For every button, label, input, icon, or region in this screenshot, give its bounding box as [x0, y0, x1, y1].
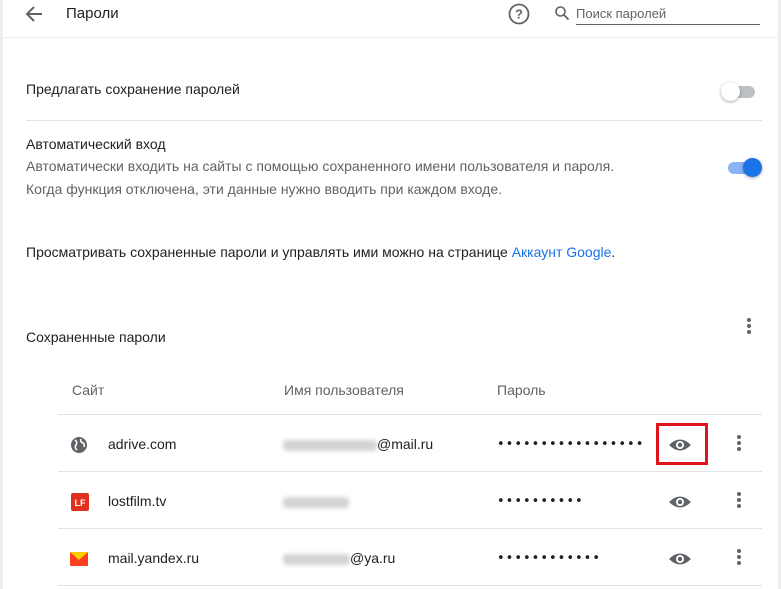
back-arrow-icon[interactable]	[22, 3, 46, 25]
section-divider	[26, 120, 762, 121]
column-header-username: Имя пользователя	[284, 382, 404, 398]
yandex-mail-favicon	[70, 552, 88, 566]
page-left-border	[0, 0, 3, 589]
show-password-eye-icon[interactable]	[668, 550, 692, 568]
site-name: adrive.com	[108, 436, 177, 452]
row-divider	[58, 528, 762, 529]
toggle-knob	[721, 82, 740, 101]
manage-period: .	[611, 244, 616, 260]
globe-icon	[71, 437, 87, 453]
row-divider	[58, 585, 762, 586]
password-masked: ••••••••••••	[497, 551, 602, 566]
highlight-box	[656, 423, 708, 465]
column-header-site: Сайт	[72, 382, 105, 398]
show-password-eye-icon[interactable]	[668, 493, 692, 511]
offer-save-toggle[interactable]	[721, 81, 757, 101]
saved-passwords-more-icon[interactable]	[744, 317, 754, 337]
table-header-divider	[58, 414, 762, 415]
svg-text:LF: LF	[75, 498, 86, 508]
row-more-icon[interactable]	[734, 548, 744, 568]
auto-signin-title: Автоматический вход	[26, 136, 166, 152]
column-header-password: Пароль	[497, 382, 546, 398]
search-icon	[555, 6, 570, 21]
username-suffix: @mail.ru	[377, 436, 434, 452]
row-more-icon[interactable]	[734, 491, 744, 511]
help-icon[interactable]: ?	[506, 1, 532, 27]
lostfilm-favicon: LF	[71, 493, 89, 511]
auto-signin-description-line1: Автоматически входить на сайты с помощью…	[26, 158, 615, 174]
manage-passwords-text: Просматривать сохраненные пароли и управ…	[26, 244, 615, 260]
site-name: lostfilm.tv	[108, 493, 167, 509]
auto-signin-description-line2: Когда функция отключена, эти данные нужн…	[26, 181, 502, 197]
site-name: mail.yandex.ru	[108, 550, 200, 566]
svg-text:?: ?	[515, 7, 523, 22]
password-masked: •••••••••••••••••	[497, 437, 645, 452]
row-more-icon[interactable]	[734, 434, 744, 454]
blurred-username	[283, 440, 377, 451]
toggle-knob	[743, 158, 762, 177]
google-account-link[interactable]: Аккаунт Google	[512, 244, 612, 260]
saved-passwords-heading: Сохраненные пароли	[26, 329, 166, 345]
username-suffix: @ya.ru	[350, 550, 396, 566]
search-input[interactable]	[576, 2, 760, 25]
manage-passwords-sentence: Просматривать сохраненные пароли и управ…	[26, 244, 508, 260]
auto-signin-toggle[interactable]	[726, 157, 762, 177]
header-divider	[3, 37, 778, 38]
blurred-username	[283, 554, 350, 565]
blurred-username	[283, 497, 349, 508]
password-masked: ••••••••••	[497, 494, 584, 509]
offer-save-label: Предлагать сохранение паролей	[26, 81, 240, 97]
row-divider	[58, 471, 762, 472]
page-title: Пароли	[66, 5, 119, 22]
